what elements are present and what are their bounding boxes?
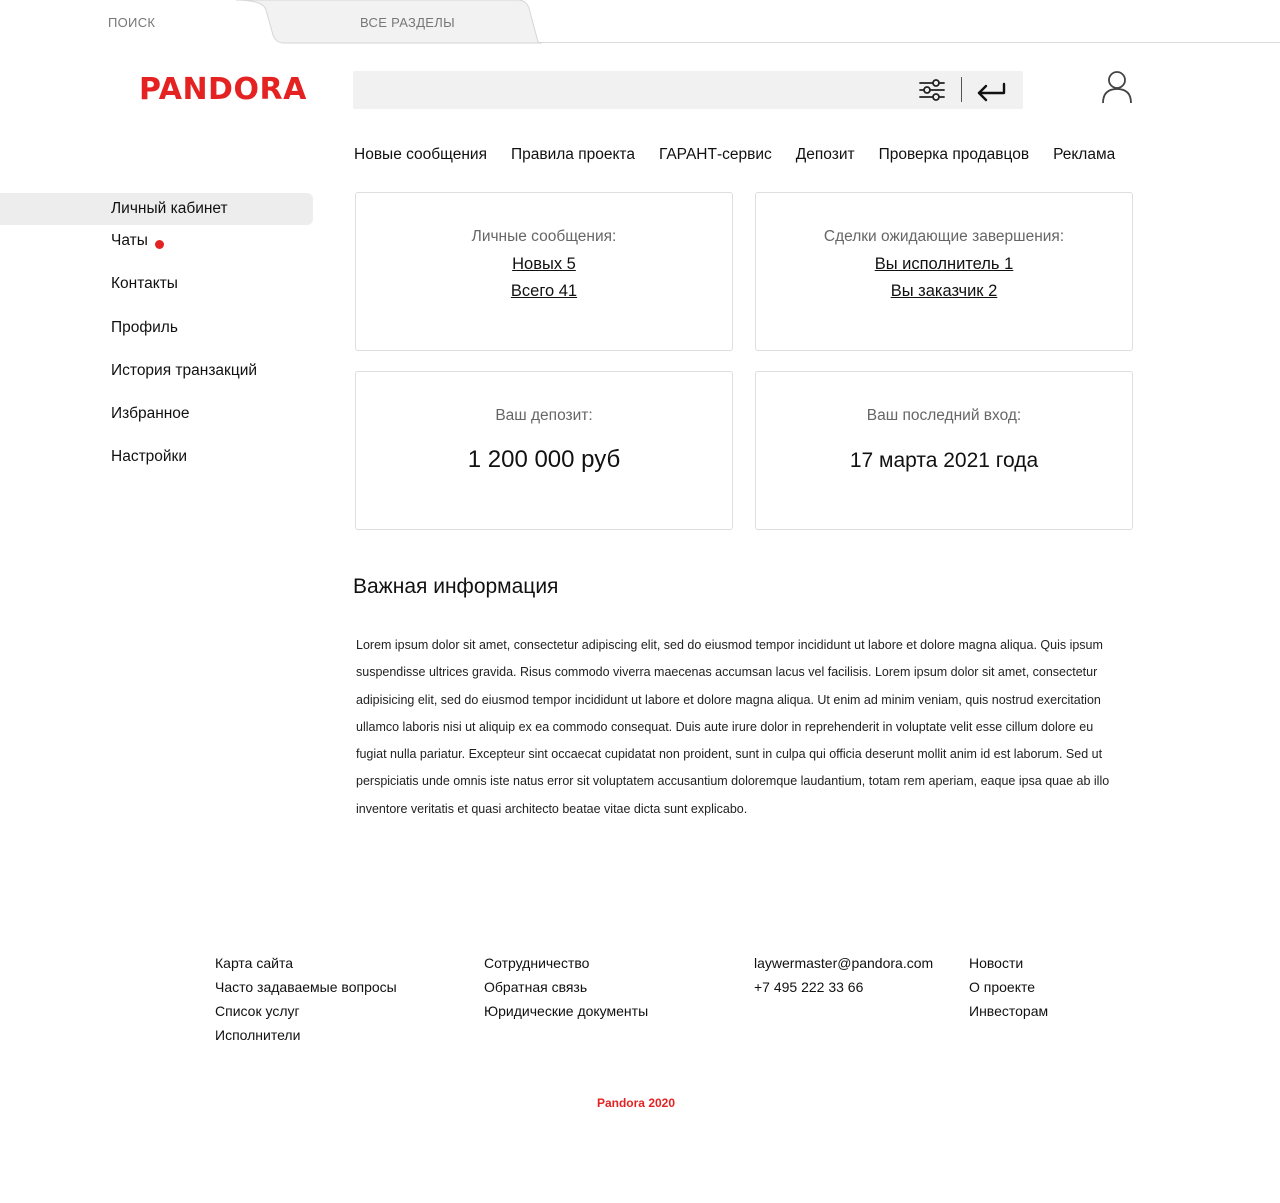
sidebar-item-label: Чаты xyxy=(111,232,148,249)
footer-link-executors[interactable]: Исполнители xyxy=(215,1023,397,1047)
search-bar xyxy=(353,71,1023,109)
executor-deals-link[interactable]: Вы исполнитель 1 xyxy=(756,255,1132,273)
footer-link-news[interactable]: Новости xyxy=(969,951,1048,975)
tab-search[interactable]: ПОИСК xyxy=(108,15,155,30)
customer-deals-link[interactable]: Вы заказчик 2 xyxy=(756,282,1132,300)
nav-advertising[interactable]: Реклама xyxy=(1053,146,1115,164)
nav-project-rules[interactable]: Правила проекта xyxy=(511,146,635,164)
total-messages-link[interactable]: Всего 41 xyxy=(356,282,732,300)
enter-arrow-icon[interactable] xyxy=(975,76,1007,104)
sidebar-item-personal-cabinet[interactable]: Личный кабинет xyxy=(0,193,313,225)
footer-link-about[interactable]: О проекте xyxy=(969,975,1048,999)
sidebar-item-contacts[interactable]: Контакты xyxy=(0,268,313,311)
card-title: Личные сообщения: xyxy=(471,228,617,245)
important-info-title: Важная информация xyxy=(353,575,559,598)
footer-link-faq[interactable]: Часто задаваемые вопросы xyxy=(215,975,397,999)
tabs-baseline xyxy=(530,42,1280,43)
sidebar: Личный кабинет Чаты Контакты Профиль Ист… xyxy=(0,193,313,485)
footer-link-cooperation[interactable]: Сотрудничество xyxy=(484,951,648,975)
sidebar-item-favorites[interactable]: Избранное xyxy=(0,398,313,441)
card-title: Ваш депозит: xyxy=(495,407,593,424)
footer-col-4: Новости О проекте Инвесторам xyxy=(969,951,1048,1023)
sidebar-item-transactions[interactable]: История транзакций xyxy=(0,355,313,398)
logo[interactable]: PANDORA xyxy=(139,72,307,107)
tab-all-sections[interactable]: ВСЕ РАЗДЕЛЫ xyxy=(236,0,542,44)
footer-email[interactable]: laywermaster@pandora.com xyxy=(754,951,933,975)
footer-col-2: Сотрудничество Обратная связь Юридически… xyxy=(484,951,648,1023)
nav-seller-check[interactable]: Проверка продавцов xyxy=(879,146,1029,164)
footer-link-feedback[interactable]: Обратная связь xyxy=(484,975,648,999)
search-separator xyxy=(961,77,962,102)
copyright: Pandora 2020 xyxy=(596,1096,676,1110)
footer-link-investors[interactable]: Инвесторам xyxy=(969,999,1048,1023)
last-login-value: 17 марта 2021 года xyxy=(849,449,1039,472)
main-nav: Новые сообщения Правила проекта ГАРАНТ-с… xyxy=(354,146,1139,164)
nav-deposit[interactable]: Депозит xyxy=(796,146,855,164)
top-tabs: ПОИСК ВСЕ РАЗДЕЛЫ xyxy=(0,0,1280,44)
card-deposit: Ваш депозит: 1 200 000 руб xyxy=(355,371,733,530)
footer-link-legal[interactable]: Юридические документы xyxy=(484,999,648,1023)
footer-col-1: Карта сайта Часто задаваемые вопросы Спи… xyxy=(215,951,397,1047)
nav-new-messages[interactable]: Новые сообщения xyxy=(354,146,487,164)
filter-sliders-icon[interactable] xyxy=(917,76,947,104)
user-icon[interactable] xyxy=(1100,70,1134,104)
sidebar-item-profile[interactable]: Профиль xyxy=(0,312,313,355)
footer-phone[interactable]: +7 495 222 33 66 xyxy=(754,975,933,999)
important-info-text: Lorem ipsum dolor sit amet, consectetur … xyxy=(356,638,1110,816)
new-messages-link[interactable]: Новых 5 xyxy=(356,255,732,273)
search-input[interactable] xyxy=(363,71,903,109)
card-messages: Личные сообщения: Новых 5 Всего 41 xyxy=(355,192,733,351)
footer-link-sitemap[interactable]: Карта сайта xyxy=(215,951,397,975)
footer-col-3: laywermaster@pandora.com +7 495 222 33 6… xyxy=(754,951,933,999)
tab-all-sections-label: ВСЕ РАЗДЕЛЫ xyxy=(360,15,455,30)
card-title: Ваш последний вход: xyxy=(866,407,1022,424)
card-deals: Сделки ожидающие завершения: Вы исполнит… xyxy=(755,192,1133,351)
footer-link-services[interactable]: Список услуг xyxy=(215,999,397,1023)
card-last-login: Ваш последний вход: 17 марта 2021 года xyxy=(755,371,1133,530)
card-title: Сделки ожидающие завершения: xyxy=(823,228,1065,245)
sidebar-item-settings[interactable]: Настройки xyxy=(0,441,313,484)
deposit-value: 1 200 000 руб xyxy=(467,446,621,473)
nav-garant-service[interactable]: ГАРАНТ-сервис xyxy=(659,146,772,164)
chats-notification-dot xyxy=(155,240,164,249)
